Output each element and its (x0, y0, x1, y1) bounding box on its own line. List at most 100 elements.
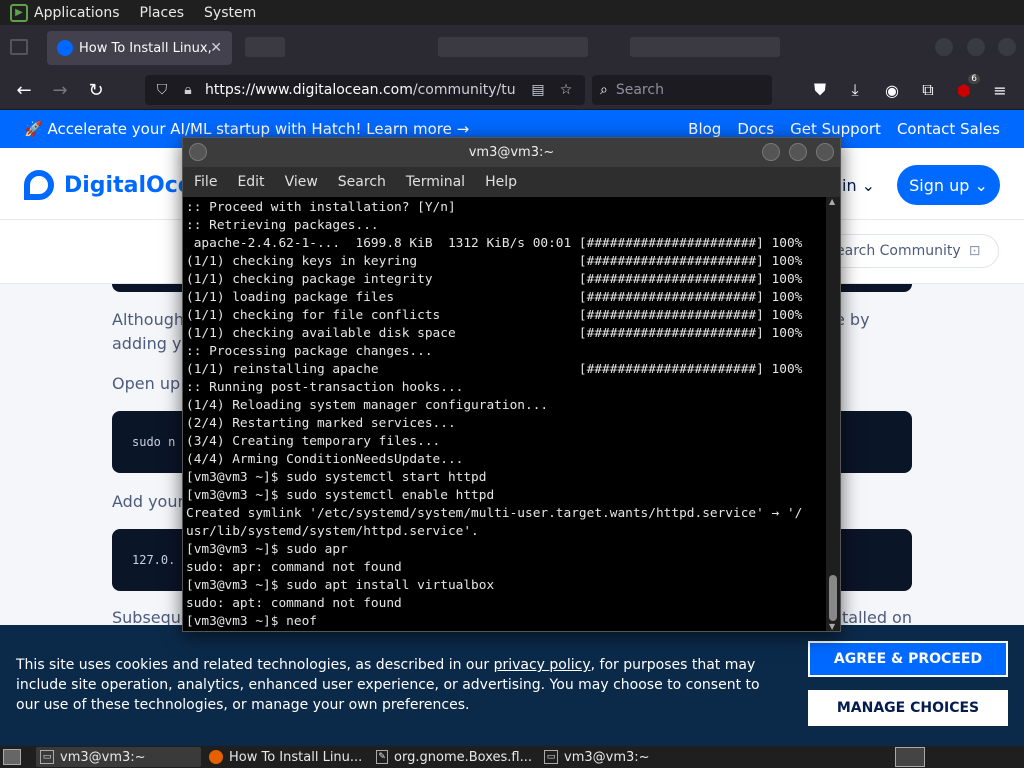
community-search-input[interactable]: earch Community ⊡ (815, 234, 999, 268)
terminal-line: (4/4) Arming ConditionNeedsUpdate... (186, 452, 464, 467)
scroll-up-icon[interactable]: ▲ (829, 197, 835, 206)
terminal-scrollbar-thumb[interactable] (829, 575, 837, 621)
applications-menu[interactable]: Applications (34, 5, 120, 21)
paragraph-open-up: Open up (112, 374, 181, 393)
terminal-menu-button[interactable] (189, 143, 207, 161)
sign-up-button[interactable]: Sign up ⌄ (897, 165, 1000, 205)
terminal-close-button[interactable] (816, 143, 834, 161)
task-gnome-boxes[interactable]: ✎ org.gnome.Boxes.fl... (372, 747, 532, 767)
terminal-menu-view[interactable]: View (285, 174, 318, 190)
terminal-line: sudo: apr: command not found (186, 560, 402, 575)
cookie-text: This site uses cookies and related techn… (16, 657, 760, 713)
reload-icon[interactable]: ↻ (84, 78, 108, 102)
boxes-icon: ✎ (376, 750, 389, 764)
terminal-menu-terminal[interactable]: Terminal (406, 174, 465, 190)
terminal-line: (1/1) checking available disk space [###… (186, 326, 803, 341)
terminal-line: [vm3@vm3 ~]$ sudo systemctl start httpd (186, 470, 487, 485)
bookmark-star-icon[interactable]: ☆ (557, 81, 575, 99)
workspace-switcher[interactable] (895, 747, 925, 767)
terminal-line: sudo: apt: command not found (186, 596, 402, 611)
terminal-title-bar[interactable]: vm3@vm3:~ (183, 138, 840, 167)
terminal-line: (1/1) loading package files [###########… (186, 290, 803, 305)
task-firefox[interactable]: How To Install Linu... (205, 747, 365, 767)
downloads-icon[interactable]: ⤓ (845, 80, 865, 100)
docs-link[interactable]: Docs (737, 120, 774, 138)
agree-proceed-button[interactable]: AGREE & PROCEED (808, 641, 1008, 677)
url-text[interactable]: https://www.digitalocean.com/community/t… (205, 82, 515, 98)
url-bar[interactable]: ⛉ 🔒︎ https://www.digitalocean.com/commun… (145, 75, 585, 105)
paragraph-adding: adding yo (112, 334, 192, 353)
search-icon: ⌕ (600, 82, 608, 98)
tab-list-icon[interactable] (10, 39, 28, 55)
terminal-task-icon: ▭ (40, 750, 54, 764)
tab-background-2[interactable] (438, 37, 588, 57)
reader-view-icon[interactable]: ▤ (529, 81, 547, 99)
get-support-link[interactable]: Get Support (790, 120, 881, 138)
search-input[interactable]: ⌕ Search (592, 75, 772, 105)
menu-icon[interactable]: ≡ (990, 80, 1010, 100)
terminal-line: :: Processing package changes... (186, 344, 433, 359)
lock-icon[interactable]: 🔒︎ (179, 81, 197, 99)
terminal-minimize-button[interactable] (762, 143, 780, 161)
contact-sales-link[interactable]: Contact Sales (897, 120, 1000, 138)
privacy-policy-link[interactable]: privacy policy (494, 657, 591, 673)
terminal-menu-search[interactable]: Search (338, 174, 386, 190)
ublock-icon[interactable]: ⬢ 6 (954, 74, 980, 100)
close-window-button[interactable] (998, 38, 1016, 56)
task-terminal-2[interactable]: ▭ vm3@vm3:~ (540, 747, 700, 767)
terminal-line: (1/4) Reloading system manager configura… (186, 398, 549, 413)
terminal-output[interactable]: :: Proceed with installation? [Y/n]:: Re… (186, 199, 826, 631)
pocket-icon[interactable]: ⛊ (810, 80, 830, 100)
tab-background-3[interactable] (630, 37, 780, 57)
promo-link[interactable]: 🚀 Accelerate your AI/ML startup with Hat… (24, 120, 469, 138)
terminal-task-icon-2: ▭ (544, 750, 558, 764)
terminal-window[interactable]: vm3@vm3:~ File Edit View Search Terminal… (182, 137, 841, 632)
terminal-line: usr/lib/systemd/system/httpd.service'. (186, 524, 479, 539)
terminal-line: (1/1) checking for file conflicts [#####… (186, 308, 803, 323)
places-menu[interactable]: Places (140, 5, 185, 21)
keyboard-shortcut-icon: ⊡ (968, 243, 981, 259)
scroll-down-icon[interactable]: ▼ (829, 622, 835, 631)
shield-icon[interactable]: ⛉ (153, 81, 171, 99)
terminal-line: [vm3@vm3 ~]$ neof (186, 614, 317, 629)
terminal-line: (3/4) Creating temporary files... (186, 434, 441, 449)
forward-icon[interactable]: → (48, 78, 72, 102)
terminal-menu-edit[interactable]: Edit (237, 174, 264, 190)
browser-tab-bar: How To Install Linux, ✕ (0, 25, 1024, 70)
terminal-line: (1/1) checking keys in keyring [########… (186, 254, 803, 269)
firefox-icon (209, 750, 223, 764)
manage-choices-button[interactable]: MANAGE CHOICES (808, 690, 1008, 726)
extensions-icon[interactable]: ⧉ (918, 80, 938, 100)
digitalocean-favicon-icon (57, 40, 73, 56)
task-terminal-1[interactable]: ▭ vm3@vm3:~ (36, 747, 201, 767)
maximize-window-button[interactable] (967, 38, 985, 56)
terminal-maximize-button[interactable] (789, 143, 807, 161)
code-text-2: 127.0. (132, 553, 176, 567)
terminal-menu-file[interactable]: File (194, 174, 217, 190)
tab-active[interactable]: How To Install Linux, ✕ (47, 31, 232, 65)
paragraph-although: Although (112, 310, 185, 329)
account-icon[interactable]: ◉ (882, 80, 902, 100)
back-icon[interactable]: ← (12, 78, 36, 102)
top-panel: ▶ Applications Places System (0, 0, 1024, 25)
show-desktop-icon[interactable] (3, 749, 21, 765)
terminal-menu-help[interactable]: Help (485, 174, 517, 190)
terminal-line: [vm3@vm3 ~]$ sudo apt install virtualbox (186, 578, 495, 593)
digitalocean-logo-icon (24, 170, 54, 200)
terminal-line: [vm3@vm3 ~]$ sudo systemctl enable httpd (186, 488, 495, 503)
blog-link[interactable]: Blog (688, 120, 721, 138)
system-menu[interactable]: System (204, 5, 256, 21)
terminal-menu-bar: File Edit View Search Terminal Help (183, 167, 840, 197)
code-text-1: sudo n (132, 435, 176, 449)
terminal-line: :: Retrieving packages... (186, 218, 379, 233)
search-placeholder: Search (615, 82, 664, 98)
terminal-app-icon[interactable]: ▶ (10, 3, 28, 22)
tab-background-1[interactable] (245, 37, 285, 57)
notification-badge: 6 (968, 74, 980, 84)
terminal-scrollbar[interactable]: ▲ ▼ (826, 197, 840, 631)
terminal-line: :: Proceed with installation? [Y/n] (186, 200, 456, 215)
terminal-line: Created symlink '/etc/systemd/system/mul… (186, 506, 803, 521)
minimize-window-button[interactable] (935, 38, 953, 56)
login-link[interactable]: in ⌄ (842, 176, 875, 195)
close-tab-icon[interactable]: ✕ (210, 40, 222, 56)
